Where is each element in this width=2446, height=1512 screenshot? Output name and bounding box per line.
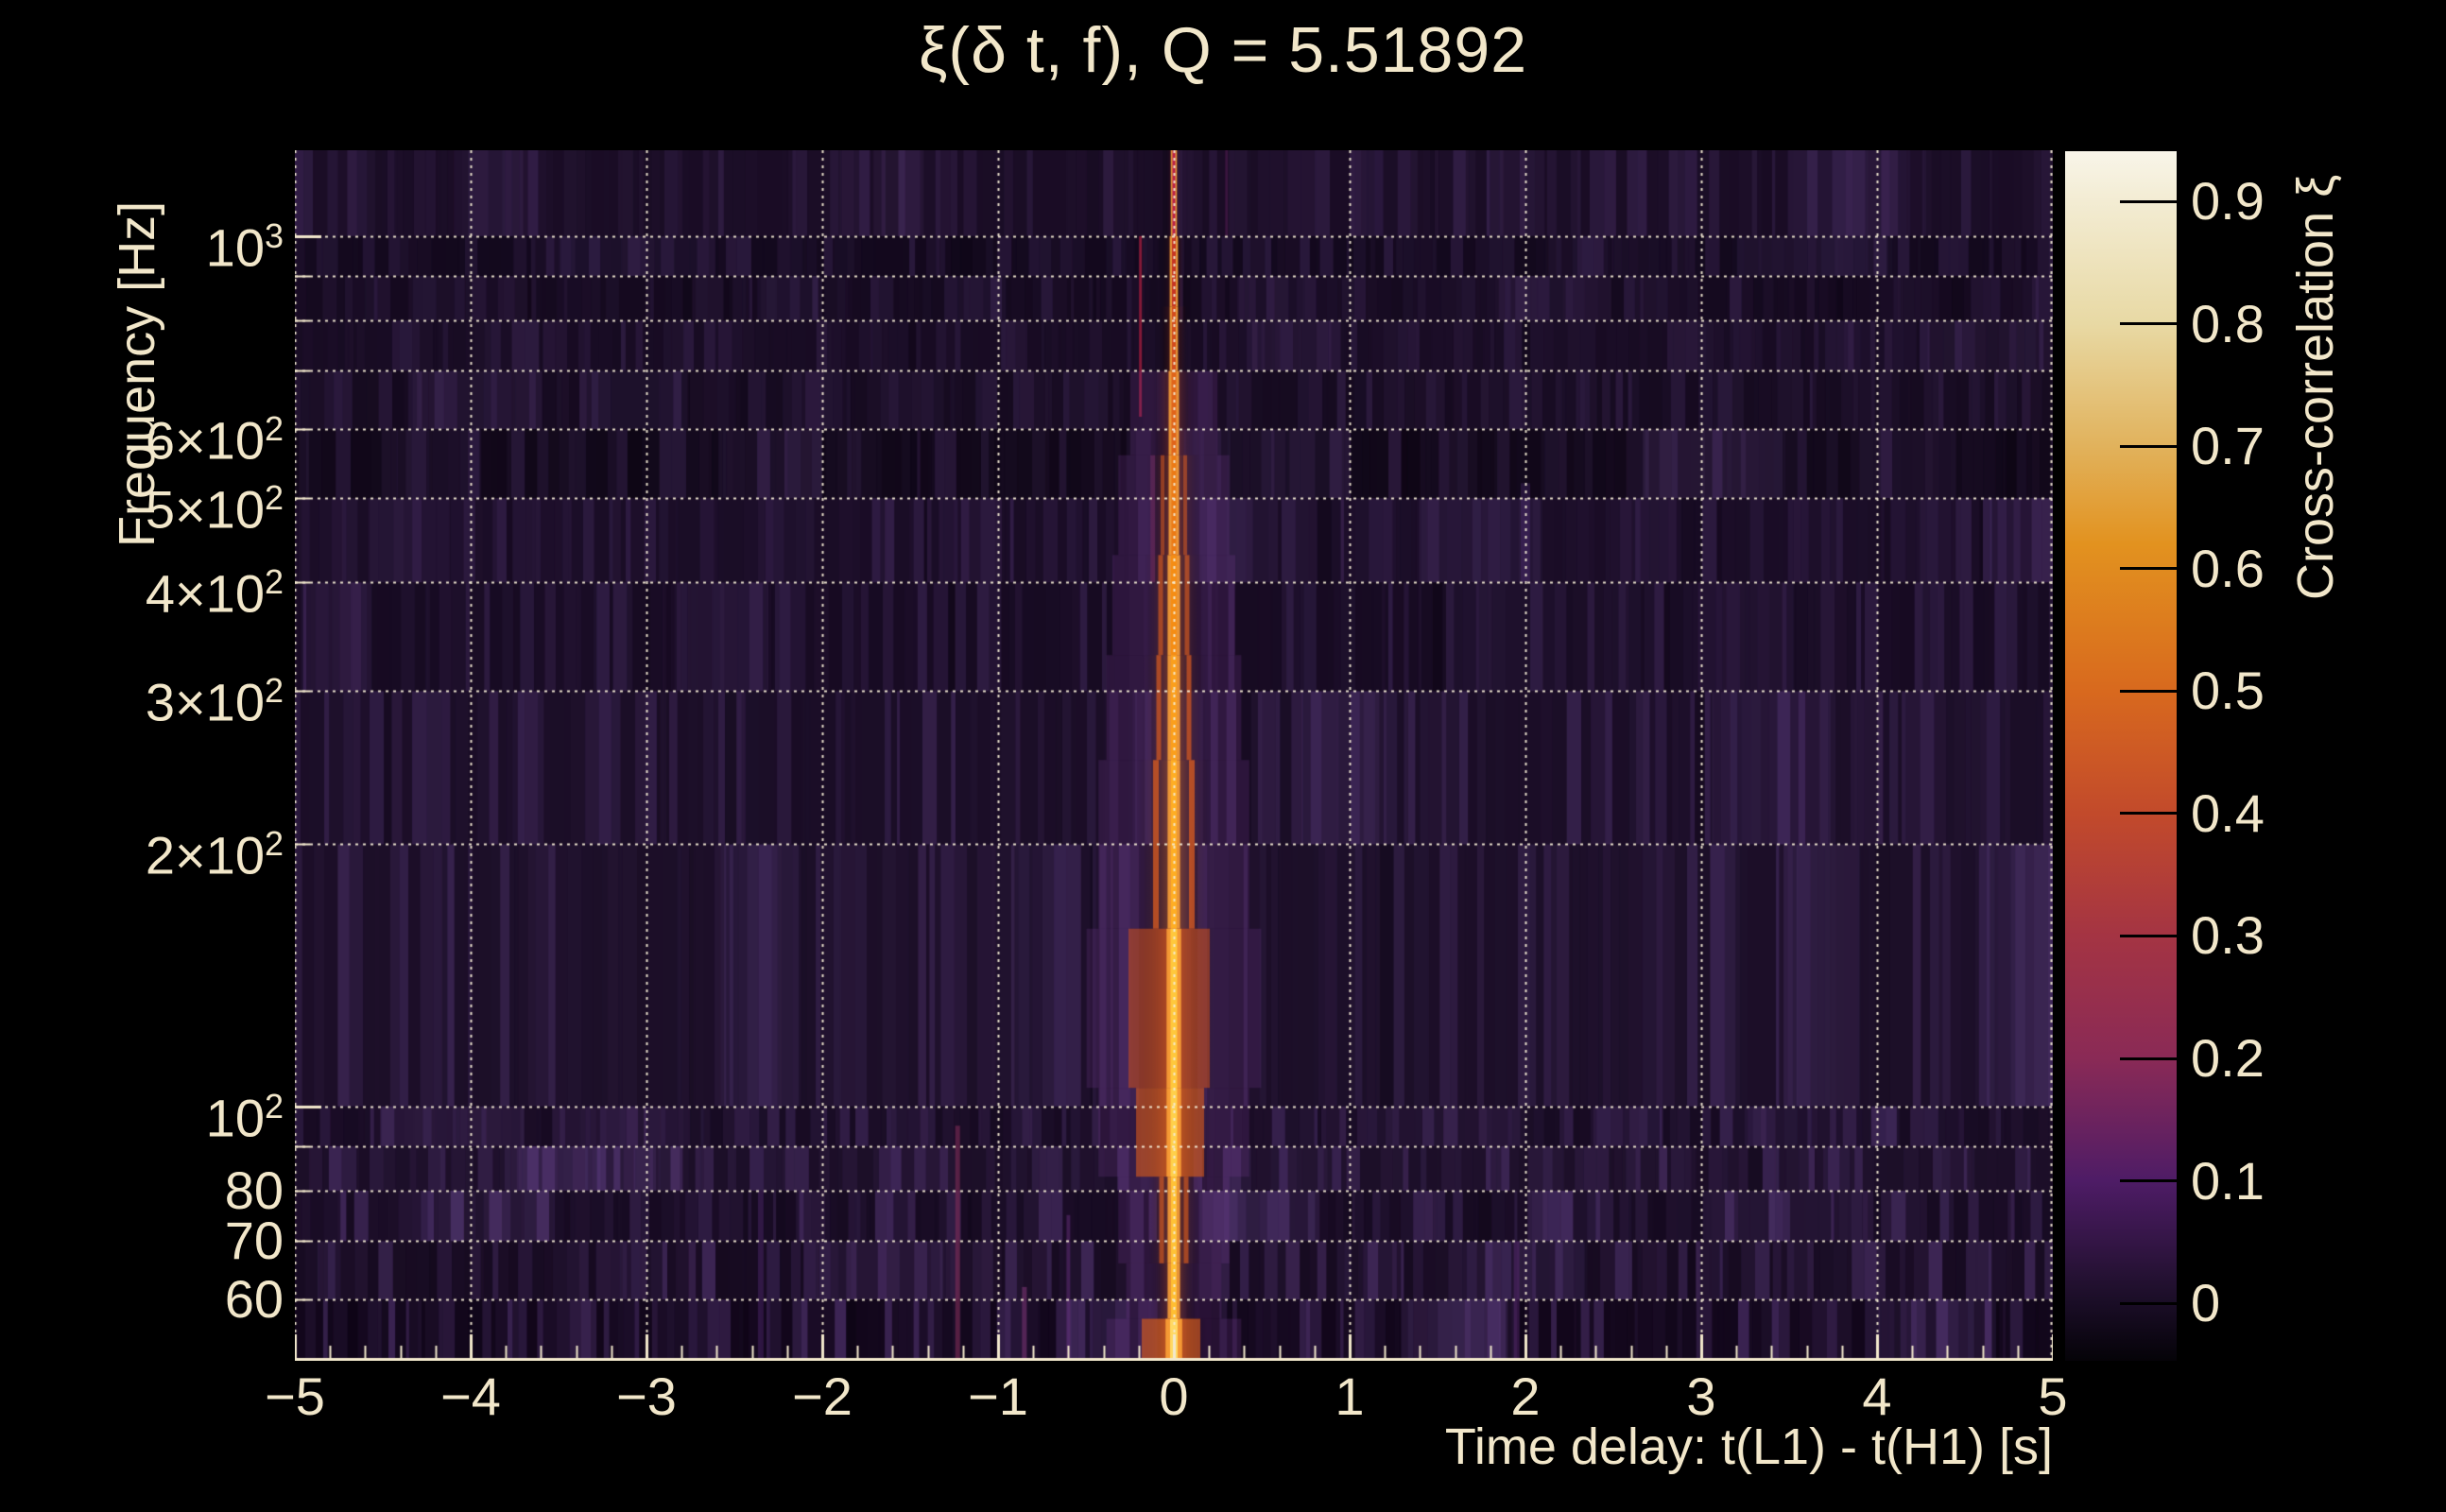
y-tick-label: 60 bbox=[224, 1269, 284, 1329]
x-tick-label: −5 bbox=[265, 1366, 325, 1426]
x-tick-label: 0 bbox=[1159, 1366, 1189, 1426]
y-tick-label: 102 bbox=[205, 1086, 284, 1148]
colorbar-gradient bbox=[2065, 151, 2177, 1361]
colorbar-tick-label: 0.7 bbox=[2191, 416, 2265, 476]
x-axis-title: Time delay: t(L1) - t(H1) [s] bbox=[1444, 1418, 2053, 1475]
x-tick-label: −4 bbox=[440, 1366, 501, 1426]
colorbar-tick-label: 0.2 bbox=[2191, 1028, 2265, 1088]
x-tick-label: 2 bbox=[1510, 1366, 1541, 1426]
colorbar-tick-label: 0.5 bbox=[2191, 661, 2265, 721]
y-tick-label: 6×102 bbox=[145, 409, 284, 471]
colorbar-tick-label: 0.6 bbox=[2191, 538, 2265, 598]
colorbar-tick-label: 0.4 bbox=[2191, 782, 2265, 843]
plot-title: ξ(δ t, f), Q = 5.51892 bbox=[918, 14, 1528, 86]
x-tick-label: 5 bbox=[2038, 1366, 2068, 1426]
y-tick-label: 4×102 bbox=[145, 562, 284, 624]
y-tick-label: 2×102 bbox=[145, 824, 284, 886]
colorbar-title: Cross-correlation ξ bbox=[2287, 174, 2344, 600]
colorbar-tick-label: 0.8 bbox=[2191, 293, 2265, 353]
x-tick-label: −1 bbox=[968, 1366, 1028, 1426]
figure: ξ(δ t, f), Q = 5.51892 Frequency [Hz] 10… bbox=[0, 0, 2446, 1512]
x-tick-label: 4 bbox=[1862, 1366, 1892, 1426]
x-tick-label: 1 bbox=[1335, 1366, 1365, 1426]
y-tick-label: 3×102 bbox=[145, 671, 284, 732]
y-tick-label: 5×102 bbox=[145, 478, 284, 540]
colorbar-tick-label: 0.9 bbox=[2191, 171, 2265, 232]
y-tick-label: 80 bbox=[224, 1160, 284, 1220]
colorbar-tick-label: 0.3 bbox=[2191, 905, 2265, 966]
y-tick-label: 70 bbox=[224, 1211, 284, 1271]
heatmap-plot-area[interactable] bbox=[295, 150, 2053, 1361]
colorbar-tick-label: 0.1 bbox=[2191, 1150, 2265, 1211]
x-tick-label: −2 bbox=[792, 1366, 853, 1426]
y-axis-title: Frequency [Hz] bbox=[109, 200, 165, 547]
x-tick-label: 3 bbox=[1686, 1366, 1716, 1426]
x-tick-label: −3 bbox=[616, 1366, 677, 1426]
y-tick-label: 103 bbox=[205, 215, 284, 278]
colorbar-tick-label: 0 bbox=[2191, 1273, 2221, 1333]
